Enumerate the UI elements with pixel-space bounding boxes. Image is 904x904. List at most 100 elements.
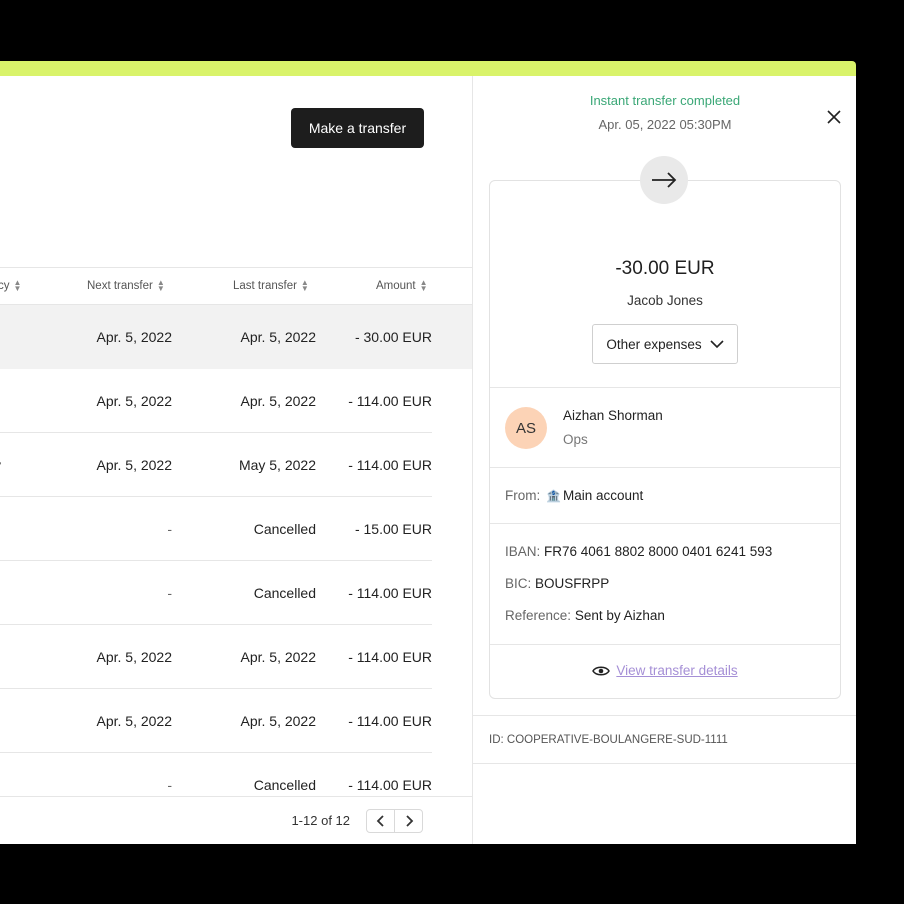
header-amount-label: Amount <box>376 280 416 292</box>
table-row[interactable]: - Cancelled - 114.00 EUR <box>0 561 472 625</box>
close-icon <box>827 110 841 124</box>
cell-amount: - 114.00 EUR <box>348 393 432 409</box>
bic-label: BIC: <box>505 576 532 591</box>
divider <box>490 467 840 468</box>
divider <box>490 523 840 524</box>
cell-frequency <box>0 305 1 369</box>
table-row[interactable]: - Cancelled - 114.00 EUR <box>0 753 472 797</box>
cell-last-transfer: Cancelled <box>253 585 316 601</box>
sort-icon: ▲ ▼ <box>419 277 428 293</box>
transfer-status: Instant transfer completed <box>589 93 741 108</box>
cell-next-transfer: Apr. 5, 2022 <box>96 329 172 345</box>
initiator-name: Aizhan Shorman <box>563 408 663 423</box>
cell-next-transfer: Apr. 5, 2022 <box>96 393 172 409</box>
table-row[interactable]: Apr. 5, 2022 Apr. 5, 2022 - 114.00 EUR <box>0 625 472 689</box>
cell-frequency <box>0 689 1 753</box>
table-row[interactable]: y Apr. 5, 2022 May 5, 2022 - 114.00 EUR <box>0 433 472 497</box>
initiator-role: Ops <box>563 432 588 447</box>
cell-last-transfer: Apr. 5, 2022 <box>240 393 316 409</box>
close-button[interactable] <box>823 106 845 128</box>
reference-label: Reference: <box>505 608 572 623</box>
chevron-down-icon <box>710 339 724 348</box>
category-select[interactable]: Other expenses <box>592 324 738 364</box>
cell-next-transfer: - <box>167 777 172 793</box>
header-last-transfer-label: Last transfer <box>233 280 297 292</box>
cell-next-transfer: Apr. 5, 2022 <box>96 649 172 665</box>
iban-label: IBAN: <box>505 544 541 559</box>
transfers-main: Make a transfer cy ▲ ▼ Next transfer ▲ ▼ Las… <box>0 76 472 844</box>
header-frequency-label: cy <box>0 280 10 292</box>
from-label: From: <box>505 488 541 503</box>
cell-frequency <box>0 497 1 561</box>
cell-frequency <box>0 753 1 797</box>
view-transfer-details: View transfer details <box>490 663 840 678</box>
header-next-transfer-label: Next transfer <box>87 280 153 292</box>
sort-icon: ▲ ▼ <box>300 277 309 293</box>
divider <box>490 644 840 645</box>
table-row[interactable]: Apr. 5, 2022 Apr. 5, 2022 - 30.00 EUR <box>0 305 472 369</box>
table-header: cy ▲ ▼ Next transfer ▲ ▼ Last transfer ▲ ▼ Amo… <box>0 267 472 305</box>
category-label: Other expenses <box>606 336 702 352</box>
transfer-card: -30.00 EUR Jacob Jones Other expenses AS… <box>489 180 841 699</box>
eye-icon <box>592 666 611 676</box>
sort-icon: ▲ ▼ <box>156 277 165 293</box>
make-transfer-button[interactable]: Make a transfer <box>291 108 424 148</box>
reference-value: Sent by Aizhan <box>574 608 665 623</box>
recipient-name: Jacob Jones <box>627 293 703 308</box>
next-page-button[interactable] <box>394 809 423 833</box>
cell-amount: - 114.00 EUR <box>348 713 432 729</box>
chevron-left-icon <box>376 815 384 827</box>
cell-amount: - 114.00 EUR <box>348 457 432 473</box>
cell-last-transfer: Apr. 5, 2022 <box>240 329 316 345</box>
app-window: Make a transfer cy ▲ ▼ Next transfer ▲ ▼ Las… <box>0 76 856 844</box>
cell-next-transfer: - <box>167 521 172 537</box>
bic-line: BIC: BOUSFRPP <box>505 576 609 591</box>
from-account: From: 🏦 Main account <box>505 488 643 503</box>
iban-line: IBAN: FR76 4061 8802 8000 0401 6241 593 <box>505 544 772 559</box>
divider <box>490 387 840 388</box>
cell-amount: - 15.00 EUR <box>354 521 432 537</box>
pagination-text: 1-12 of 12 <box>291 813 350 828</box>
cell-amount: - 114.00 EUR <box>348 649 432 665</box>
transfer-id-strip: ID: COOPERATIVE-BOULANGERE-SUD-1111 <box>473 715 856 764</box>
cell-next-transfer: Apr. 5, 2022 <box>96 713 172 729</box>
cell-last-transfer: Cancelled <box>253 521 316 537</box>
cell-next-transfer: - <box>167 585 172 601</box>
cell-frequency: y <box>0 433 1 497</box>
table-row[interactable]: Apr. 5, 2022 Apr. 5, 2022 - 114.00 EUR <box>0 369 472 433</box>
cell-frequency <box>0 369 1 433</box>
reference-line: Reference: Sent by Aizhan <box>505 608 665 623</box>
bic-value: BOUSFRPP <box>535 576 610 591</box>
cell-last-transfer: Apr. 5, 2022 <box>240 713 316 729</box>
cell-frequency <box>0 625 1 689</box>
previous-page-button[interactable] <box>366 809 395 833</box>
chevron-right-icon <box>405 815 413 827</box>
transfer-detail-panel: Instant transfer completed Apr. 05, 2022… <box>472 76 856 844</box>
cell-amount: - 114.00 EUR <box>348 777 432 793</box>
transfer-amount: -30.00 EUR <box>615 258 715 279</box>
header-next-transfer[interactable]: Next transfer ▲ ▼ <box>87 268 165 304</box>
transfer-id: ID: COOPERATIVE-BOULANGERE-SUD-1111 <box>489 734 728 746</box>
cell-last-transfer: Cancelled <box>253 777 316 793</box>
sort-icon: ▲ ▼ <box>13 277 22 293</box>
avatar: AS <box>505 407 547 449</box>
header-amount[interactable]: Amount ▲ ▼ <box>376 268 428 304</box>
cell-next-transfer: Apr. 5, 2022 <box>96 457 172 473</box>
table-row[interactable]: - Cancelled - 15.00 EUR <box>0 497 472 561</box>
bank-icon: 🏦 <box>546 489 561 503</box>
transfer-direction <box>640 156 688 204</box>
view-transfer-details-link[interactable]: View transfer details <box>616 663 737 678</box>
transfers-table-body: Apr. 5, 2022 Apr. 5, 2022 - 30.00 EUR Ap… <box>0 305 472 797</box>
header-frequency[interactable]: cy ▲ ▼ <box>0 268 21 304</box>
cell-amount: - 114.00 EUR <box>348 585 432 601</box>
iban-value: FR76 4061 8802 8000 0401 6241 593 <box>544 544 773 559</box>
transfer-datetime: Apr. 05, 2022 05:30PM <box>598 117 732 132</box>
header-last-transfer[interactable]: Last transfer ▲ ▼ <box>233 268 309 304</box>
accent-bar <box>0 61 856 76</box>
pagination: 1-12 of 12 <box>0 796 472 844</box>
table-row[interactable]: Apr. 5, 2022 Apr. 5, 2022 - 114.00 EUR <box>0 689 472 753</box>
cell-last-transfer: Apr. 5, 2022 <box>240 649 316 665</box>
cell-last-transfer: May 5, 2022 <box>238 457 316 473</box>
arrow-right-icon <box>652 172 677 188</box>
from-value: Main account <box>562 488 644 503</box>
